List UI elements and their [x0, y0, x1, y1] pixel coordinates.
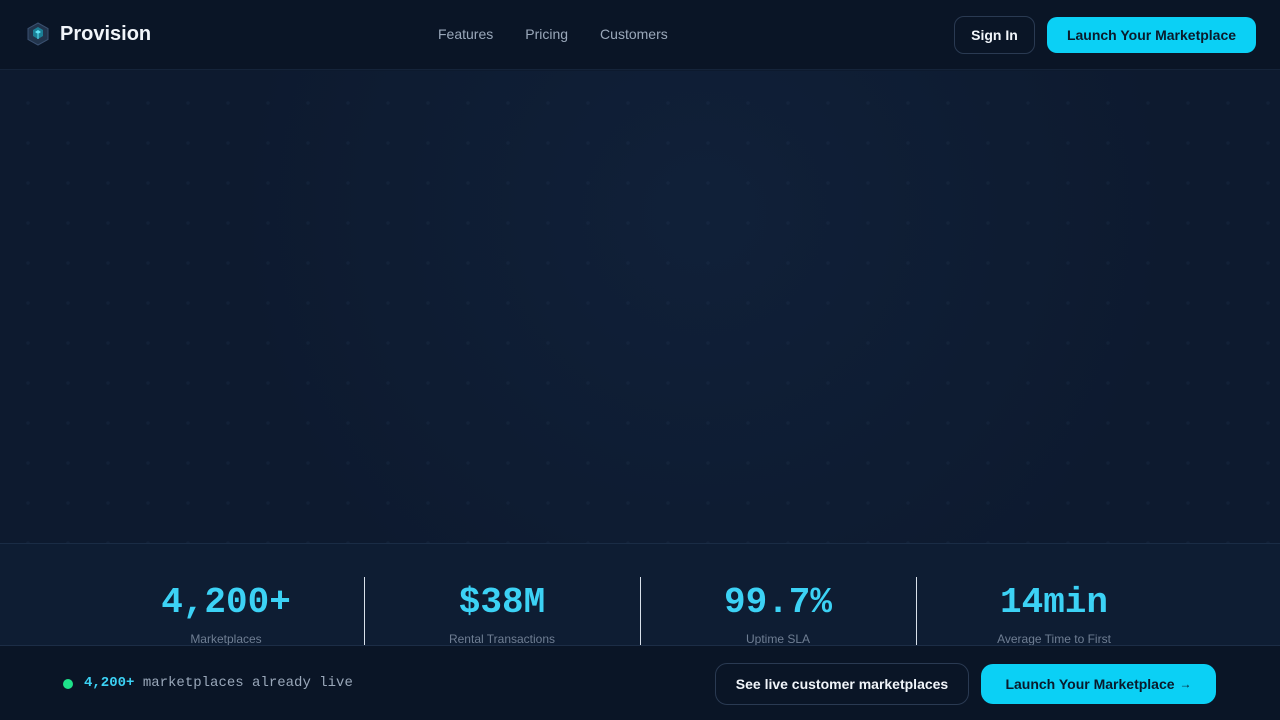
landing-page: Provision Features Pricing Customers Sig… — [0, 0, 1280, 720]
see-live-marketplaces-button[interactable]: See live customer marketplaces — [715, 663, 969, 705]
stat-time-to-first: 14min Average Time to First — [916, 544, 1192, 647]
brand[interactable]: Provision — [26, 22, 151, 46]
arrow-right-icon: → — [1179, 677, 1192, 691]
live-marketplaces-text: 4,200+ marketplaces already live — [84, 675, 353, 691]
stat-value: 4,200+ — [161, 582, 291, 623]
live-status-dot — [63, 679, 73, 689]
launch-button-label: Launch Your Marketplace — [1005, 676, 1175, 692]
hero-section — [0, 71, 1280, 543]
stat-uptime-sla: 99.7% Uptime SLA — [640, 544, 916, 647]
live-caption: marketplaces already live — [142, 675, 353, 691]
stat-rental-transactions: $38M Rental Transactions — [364, 544, 640, 647]
brand-name: Provision — [60, 22, 152, 45]
nav-link-features[interactable]: Features — [438, 26, 493, 42]
stat-value: 99.7% — [723, 582, 833, 623]
stat-label: Average Time to First — [997, 632, 1111, 646]
live-count: 4,200+ — [84, 675, 135, 691]
main-nav: Features Pricing Customers — [438, 26, 700, 42]
sticky-cta-bar: 4,200+ marketplaces already live See liv… — [0, 645, 1280, 720]
nav-link-customers[interactable]: Customers — [600, 26, 668, 42]
dot-grid-background — [0, 71, 1280, 543]
stat-value: $38M — [458, 582, 546, 623]
launch-marketplace-button[interactable]: Launch Your Marketplace — [1047, 17, 1256, 53]
stat-label: Rental Transactions — [448, 632, 556, 646]
stat-label: Marketplaces — [190, 632, 262, 646]
stat-value: 14min — [999, 582, 1109, 623]
stat-marketplaces: 4,200+ Marketplaces — [88, 544, 364, 647]
hexagon-cube-icon — [27, 22, 49, 46]
nav-link-pricing[interactable]: Pricing — [525, 26, 568, 42]
top-navbar: Provision Features Pricing Customers Sig… — [0, 0, 1280, 70]
sign-in-button[interactable]: Sign In — [954, 16, 1035, 54]
launch-marketplace-bottom-button[interactable]: Launch Your Marketplace → — [981, 664, 1216, 704]
stat-label: Uptime SLA — [745, 632, 811, 646]
stats-strip: 4,200+ Marketplaces $38M Rental Transact… — [0, 543, 1280, 647]
